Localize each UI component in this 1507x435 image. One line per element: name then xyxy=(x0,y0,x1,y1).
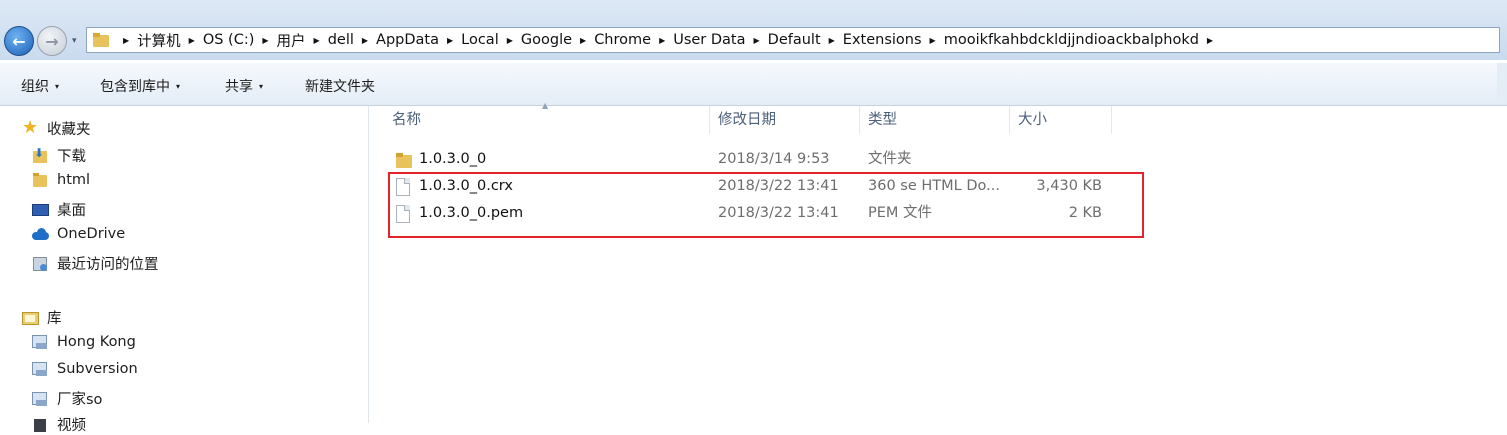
chevron-right-icon[interactable]: ▶ xyxy=(829,36,835,45)
chevron-right-icon[interactable]: ▶ xyxy=(1207,36,1213,45)
chevron-right-icon[interactable]: ▶ xyxy=(930,36,936,45)
chevron-right-icon[interactable]: ▶ xyxy=(659,36,665,45)
breadcrumb-item[interactable]: ▶ xyxy=(1199,36,1221,45)
sidebar-item-favorites[interactable]: 收藏夹 xyxy=(22,117,91,139)
chevron-down-icon[interactable]: ▾ xyxy=(55,82,59,91)
chevron-right-icon[interactable]: ▶ xyxy=(580,36,586,45)
breadcrumb-item[interactable]: ▶ mooikfkahbdckldjjndioackbalphokd xyxy=(922,32,1199,48)
breadcrumb-item[interactable]: ▶ Default xyxy=(746,32,821,48)
toolbar-edge xyxy=(1497,63,1507,105)
sidebar-item-recent-places[interactable]: 最近访问的位置 xyxy=(32,253,159,274)
star-icon xyxy=(22,117,39,138)
video-library-icon xyxy=(32,417,49,433)
desktop-icon xyxy=(32,202,49,218)
sidebar-item-videos[interactable]: 视频 xyxy=(32,414,86,435)
navigation-bar: ← → ▾ ▶ 计算机 ▶ OS (C:) ▶ 用户 ▶ dell ▶ AppData ▶… xyxy=(0,0,1507,60)
column-header-modified[interactable]: 修改日期 xyxy=(712,106,860,134)
highlight-annotation-box xyxy=(388,172,1144,238)
breadcrumb-item[interactable]: ▶ AppData xyxy=(354,32,439,48)
back-button[interactable]: ← xyxy=(4,26,34,56)
chevron-down-icon[interactable]: ▾ xyxy=(259,82,263,91)
new-folder-button[interactable]: 新建文件夹 xyxy=(305,76,375,96)
recent-pages-dropdown-icon[interactable]: ▾ xyxy=(72,36,77,46)
address-bar[interactable]: ▶ 计算机 ▶ OS (C:) ▶ 用户 ▶ dell ▶ AppData ▶ Local … xyxy=(86,27,1500,53)
file-row[interactable]: 1.0.3.0_0 2018/3/14 9:53 文件夹 xyxy=(386,146,1112,173)
chevron-right-icon[interactable]: ▶ xyxy=(189,36,195,45)
breadcrumb-item[interactable]: ▶ User Data xyxy=(651,32,745,48)
sidebar-item-desktop[interactable]: 桌面 xyxy=(32,199,86,220)
file-list-header: 名称 修改日期 类型 大小 xyxy=(386,106,1112,134)
chevron-right-icon[interactable]: ▶ xyxy=(262,36,268,45)
share-menu[interactable]: 共享 ▾ xyxy=(225,76,263,96)
breadcrumb-item[interactable]: ▶ Chrome xyxy=(572,32,651,48)
breadcrumb-item[interactable]: ▶ OS (C:) xyxy=(181,32,255,48)
file-size xyxy=(1018,146,1102,173)
sidebar-item-libraries[interactable]: 库 xyxy=(22,307,62,328)
back-arrow-icon: ← xyxy=(12,31,26,51)
folder-icon xyxy=(396,151,412,169)
breadcrumb-item[interactable]: ▶ Local xyxy=(439,32,499,48)
chevron-right-icon[interactable]: ▶ xyxy=(507,36,513,45)
column-header-name[interactable]: 名称 xyxy=(386,106,710,134)
sidebar-item-downloads[interactable]: 下载 xyxy=(32,145,86,166)
file-modified: 2018/3/14 9:53 xyxy=(718,151,830,167)
sidebar-item-vendor-so[interactable]: 厂家so xyxy=(32,388,102,409)
chevron-right-icon[interactable]: ▶ xyxy=(447,36,453,45)
sidebar-item-hong-kong[interactable]: Hong Kong xyxy=(32,334,136,350)
column-header-size[interactable]: 大小 xyxy=(1012,106,1112,134)
include-in-library-menu[interactable]: 包含到库中 ▾ xyxy=(100,76,180,96)
library-item-icon xyxy=(32,391,49,407)
recent-places-icon xyxy=(32,256,49,272)
sidebar-item-subversion[interactable]: Subversion xyxy=(32,361,138,377)
file-name[interactable]: 1.0.3.0_0 xyxy=(419,146,486,173)
chevron-right-icon[interactable]: ▶ xyxy=(123,36,129,45)
breadcrumb-item[interactable]: ▶ 用户 xyxy=(254,30,305,51)
chevron-right-icon[interactable]: ▶ xyxy=(362,36,368,45)
library-item-icon xyxy=(32,334,49,350)
navigation-pane[interactable]: 收藏夹 下载 html 桌面 OneDrive 最近访问的位置 库 Hong K… xyxy=(0,106,369,434)
breadcrumb-item[interactable]: ▶ dell xyxy=(306,32,354,48)
file-type: 文件夹 xyxy=(868,151,912,167)
breadcrumb-item[interactable]: ▶ Google xyxy=(499,32,572,48)
library-icon xyxy=(22,310,39,326)
column-header-type[interactable]: 类型 xyxy=(862,106,1010,134)
forward-button[interactable]: → xyxy=(37,26,67,56)
chevron-right-icon[interactable]: ▶ xyxy=(754,36,760,45)
organize-menu[interactable]: 组织 ▾ xyxy=(21,76,59,96)
folder-icon xyxy=(93,33,109,47)
library-item-icon xyxy=(32,361,49,377)
sidebar-item-onedrive[interactable]: OneDrive xyxy=(32,226,125,242)
chevron-down-icon[interactable]: ▾ xyxy=(176,82,180,91)
forward-arrow-icon: → xyxy=(45,31,59,51)
chevron-right-icon[interactable]: ▶ xyxy=(314,36,320,45)
sidebar-item-html[interactable]: html xyxy=(32,172,90,188)
breadcrumb-item[interactable]: ▶ Extensions xyxy=(821,32,922,48)
downloads-folder-icon xyxy=(32,146,49,164)
onedrive-cloud-icon xyxy=(32,226,49,242)
command-toolbar: 组织 ▾ 包含到库中 ▾ 共享 ▾ 新建文件夹 xyxy=(0,63,1507,106)
breadcrumb-item[interactable]: ▶ 计算机 xyxy=(115,30,181,51)
folder-icon xyxy=(32,172,49,188)
